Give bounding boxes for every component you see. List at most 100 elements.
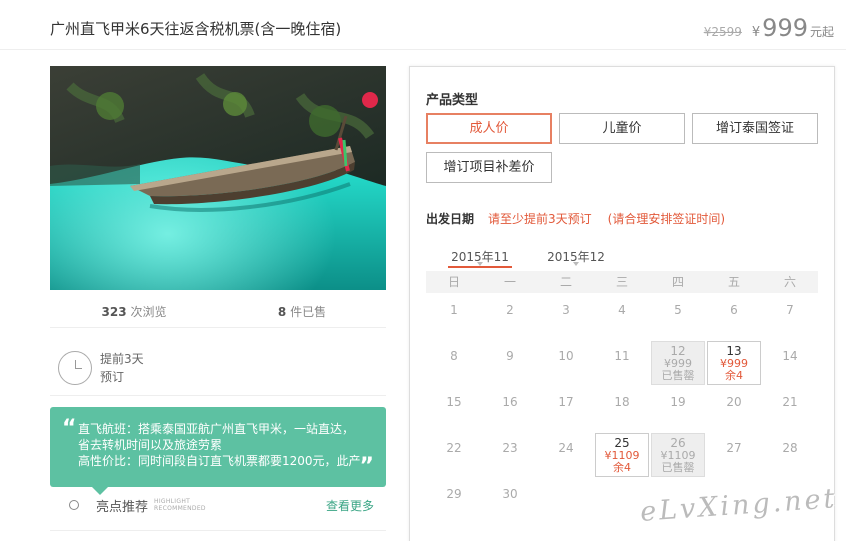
advance-booking-info: 提前3天 预订 bbox=[58, 350, 144, 386]
day-number: 12 bbox=[670, 344, 686, 358]
day-status: 余4 bbox=[725, 369, 743, 382]
day-number: 27 bbox=[726, 441, 742, 455]
calendar-day: 16 bbox=[483, 387, 537, 431]
calendar-day: 5 bbox=[651, 295, 705, 339]
day-number: 17 bbox=[558, 395, 574, 409]
price-suffix: 元起 bbox=[809, 25, 834, 39]
visa-note: (请合理安排签证时间) bbox=[607, 212, 726, 226]
calendar-day: 2 bbox=[483, 295, 537, 339]
day-number: 1 bbox=[450, 303, 458, 317]
product-photo[interactable] bbox=[50, 66, 386, 290]
weekday-sun: 日 bbox=[447, 275, 460, 289]
day-number: 22 bbox=[446, 441, 462, 455]
weekday-thu: 四 bbox=[671, 275, 684, 289]
sun-icon bbox=[64, 495, 84, 515]
option-adult[interactable]: 成人价 bbox=[426, 113, 552, 144]
calendar-day-avail[interactable]: 25 ¥1109 余4 bbox=[595, 433, 649, 477]
calendar-day: 28 bbox=[763, 433, 817, 477]
tab-2015-12[interactable]: 2015年12 bbox=[544, 248, 608, 268]
chevron-down-icon bbox=[477, 262, 483, 266]
calendar-day: 15 bbox=[427, 387, 481, 431]
day-number: 14 bbox=[782, 349, 798, 363]
highlight-line: 省去转机时间以及旅途劳累 bbox=[78, 438, 223, 452]
day-status: 已售罄 bbox=[661, 369, 695, 382]
sold-stat: 8 件已售 bbox=[218, 298, 386, 327]
calendar-day: 27 bbox=[707, 433, 761, 477]
clock-icon bbox=[58, 351, 92, 385]
calendar-day: 29 bbox=[427, 479, 481, 523]
calendar-day: 8 bbox=[427, 341, 481, 385]
divider bbox=[50, 530, 386, 531]
day-number: 21 bbox=[782, 395, 798, 409]
weekday-wed: 三 bbox=[615, 275, 628, 289]
calendar-day-full: 12 ¥999 已售罄 bbox=[651, 341, 705, 385]
day-status: 已售罄 bbox=[661, 461, 695, 474]
views-stat: 323 次浏览 bbox=[50, 298, 218, 327]
calendar-day: 1 bbox=[427, 295, 481, 339]
day-status: 余4 bbox=[613, 461, 631, 474]
calendar-day: 30 bbox=[483, 479, 537, 523]
calendar-day bbox=[539, 479, 593, 523]
title-bar: 广州直飞甲米6天往返含税机票(含一晚住宿) ¥2599 ¥ 999 元起 bbox=[0, 0, 846, 50]
day-number: 18 bbox=[614, 395, 630, 409]
sold-count: 8 bbox=[277, 305, 287, 319]
longtail-boat-lagoon-image bbox=[50, 66, 386, 290]
calendar-day: 18 bbox=[595, 387, 649, 431]
calendar-day: 20 bbox=[707, 387, 761, 431]
day-number: 19 bbox=[670, 395, 686, 409]
tab-2015-11[interactable]: 2015年11 bbox=[448, 248, 512, 268]
day-number: 25 bbox=[614, 436, 630, 450]
calendar-day: 17 bbox=[539, 387, 593, 431]
highlight-en-2: RECOMMENDED bbox=[154, 505, 206, 512]
option-child[interactable]: 儿童价 bbox=[559, 113, 685, 144]
current-price: 999 bbox=[762, 14, 808, 42]
weekday-sat: 六 bbox=[783, 275, 796, 289]
weekday-tue: 二 bbox=[559, 275, 572, 289]
original-price: ¥2599 bbox=[703, 25, 742, 39]
highlight-en-1: HIGHLIGHT bbox=[154, 498, 191, 505]
day-number: 24 bbox=[558, 441, 574, 455]
day-number: 29 bbox=[446, 487, 462, 501]
weekday-mon: 一 bbox=[503, 275, 516, 289]
day-number: 30 bbox=[502, 487, 518, 501]
option-supplement[interactable]: 增订项目补差价 bbox=[426, 152, 552, 183]
calendar-day: 11 bbox=[595, 341, 649, 385]
highlight-box: “ 直飞航班：搭乘泰国亚航广州直飞甲米，一站直达， 省去转机时间以及旅途劳累 高… bbox=[50, 407, 386, 487]
day-number: 4 bbox=[618, 303, 626, 317]
close-quote-icon: ” bbox=[359, 454, 374, 479]
calendar-day: 14 bbox=[763, 341, 817, 385]
weekday-header: 日 一 二 三 四 五 六 bbox=[426, 271, 818, 293]
highlight-footer: 亮点推荐 HIGHLIGHT RECOMMENDED 查看更多 bbox=[64, 494, 374, 516]
option-thai-visa[interactable]: 增订泰国签证 bbox=[692, 113, 818, 144]
price-block: ¥2599 ¥ 999 元起 bbox=[704, 14, 834, 42]
day-number: 2 bbox=[506, 303, 514, 317]
see-more-link[interactable]: 查看更多 bbox=[326, 497, 374, 514]
page-title: 广州直飞甲米6天往返含税机票(含一晚住宿) bbox=[50, 20, 342, 38]
calendar-day-avail[interactable]: 13 ¥999 余4 bbox=[707, 341, 761, 385]
calendar-day: 4 bbox=[595, 295, 649, 339]
day-number: 28 bbox=[782, 441, 798, 455]
calendar-day: 3 bbox=[539, 295, 593, 339]
month-tabs: 2015年11 2015年12 bbox=[448, 248, 640, 268]
calendar-week: 15 16 17 18 19 20 21 bbox=[426, 385, 818, 431]
calendar-week: 22 23 24 25 ¥1109 余4 26 ¥1109 已售罄 27 28 bbox=[426, 431, 818, 477]
calendar-day: 10 bbox=[539, 341, 593, 385]
advance-line1: 提前3天 bbox=[100, 352, 144, 366]
sold-label: 件已售 bbox=[290, 305, 327, 319]
day-number: 8 bbox=[450, 349, 458, 363]
departure-date-label: 出发日期 bbox=[426, 212, 475, 226]
departure-date-row: 出发日期 请至少提前3天预订 (请合理安排签证时间) bbox=[426, 210, 741, 227]
highlight-line: 高性价比：同时间段自订直飞机票都要1200元，此产 bbox=[78, 454, 361, 468]
day-number: 3 bbox=[562, 303, 570, 317]
views-count: 323 bbox=[101, 305, 127, 319]
booking-panel: 产品类型 成人价 儿童价 增订泰国签证 增订项目补差价 出发日期 请至少提前3天… bbox=[409, 66, 835, 541]
advance-note: 请至少提前3天预订 bbox=[488, 212, 592, 226]
currency-symbol: ¥ bbox=[751, 25, 761, 40]
day-number: 26 bbox=[670, 436, 686, 450]
calendar-day: 19 bbox=[651, 387, 705, 431]
day-number: 9 bbox=[506, 349, 514, 363]
day-number: 5 bbox=[674, 303, 682, 317]
calendar-day: 7 bbox=[763, 295, 817, 339]
calendar-day: 23 bbox=[483, 433, 537, 477]
calendar-day: 9 bbox=[483, 341, 537, 385]
